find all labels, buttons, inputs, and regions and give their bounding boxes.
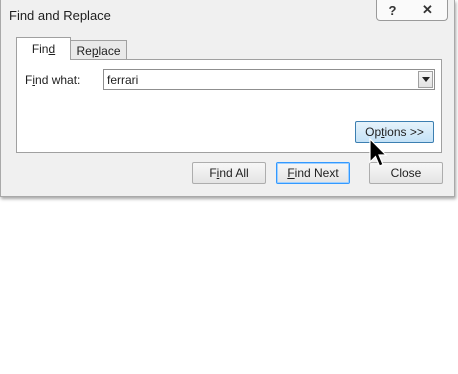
- find-what-label: Find what:: [25, 73, 81, 87]
- dropdown-button[interactable]: [418, 71, 433, 88]
- chevron-down-icon: [421, 77, 430, 82]
- find-what-combobox[interactable]: ferrari: [103, 69, 435, 90]
- find-what-input[interactable]: ferrari: [107, 73, 138, 87]
- help-icon: ?: [388, 2, 397, 18]
- help-button[interactable]: ?: [376, 0, 409, 21]
- tab-replace[interactable]: Replace: [70, 40, 127, 60]
- mouse-cursor-icon: [369, 138, 388, 167]
- tab-replace-label: Replace: [76, 43, 121, 58]
- title-close-button[interactable]: ✕: [408, 0, 448, 21]
- tab-find-label: Find: [31, 42, 56, 56]
- options-button[interactable]: Op t ions >>: [355, 121, 434, 143]
- close-icon: ✕: [422, 2, 433, 17]
- find-next-button[interactable]: Find Next: [276, 162, 350, 184]
- tab-find[interactable]: Find: [16, 37, 71, 60]
- find-all-button[interactable]: Fi nd All: [192, 162, 266, 184]
- dialog-title: Find and Replace: [9, 8, 111, 23]
